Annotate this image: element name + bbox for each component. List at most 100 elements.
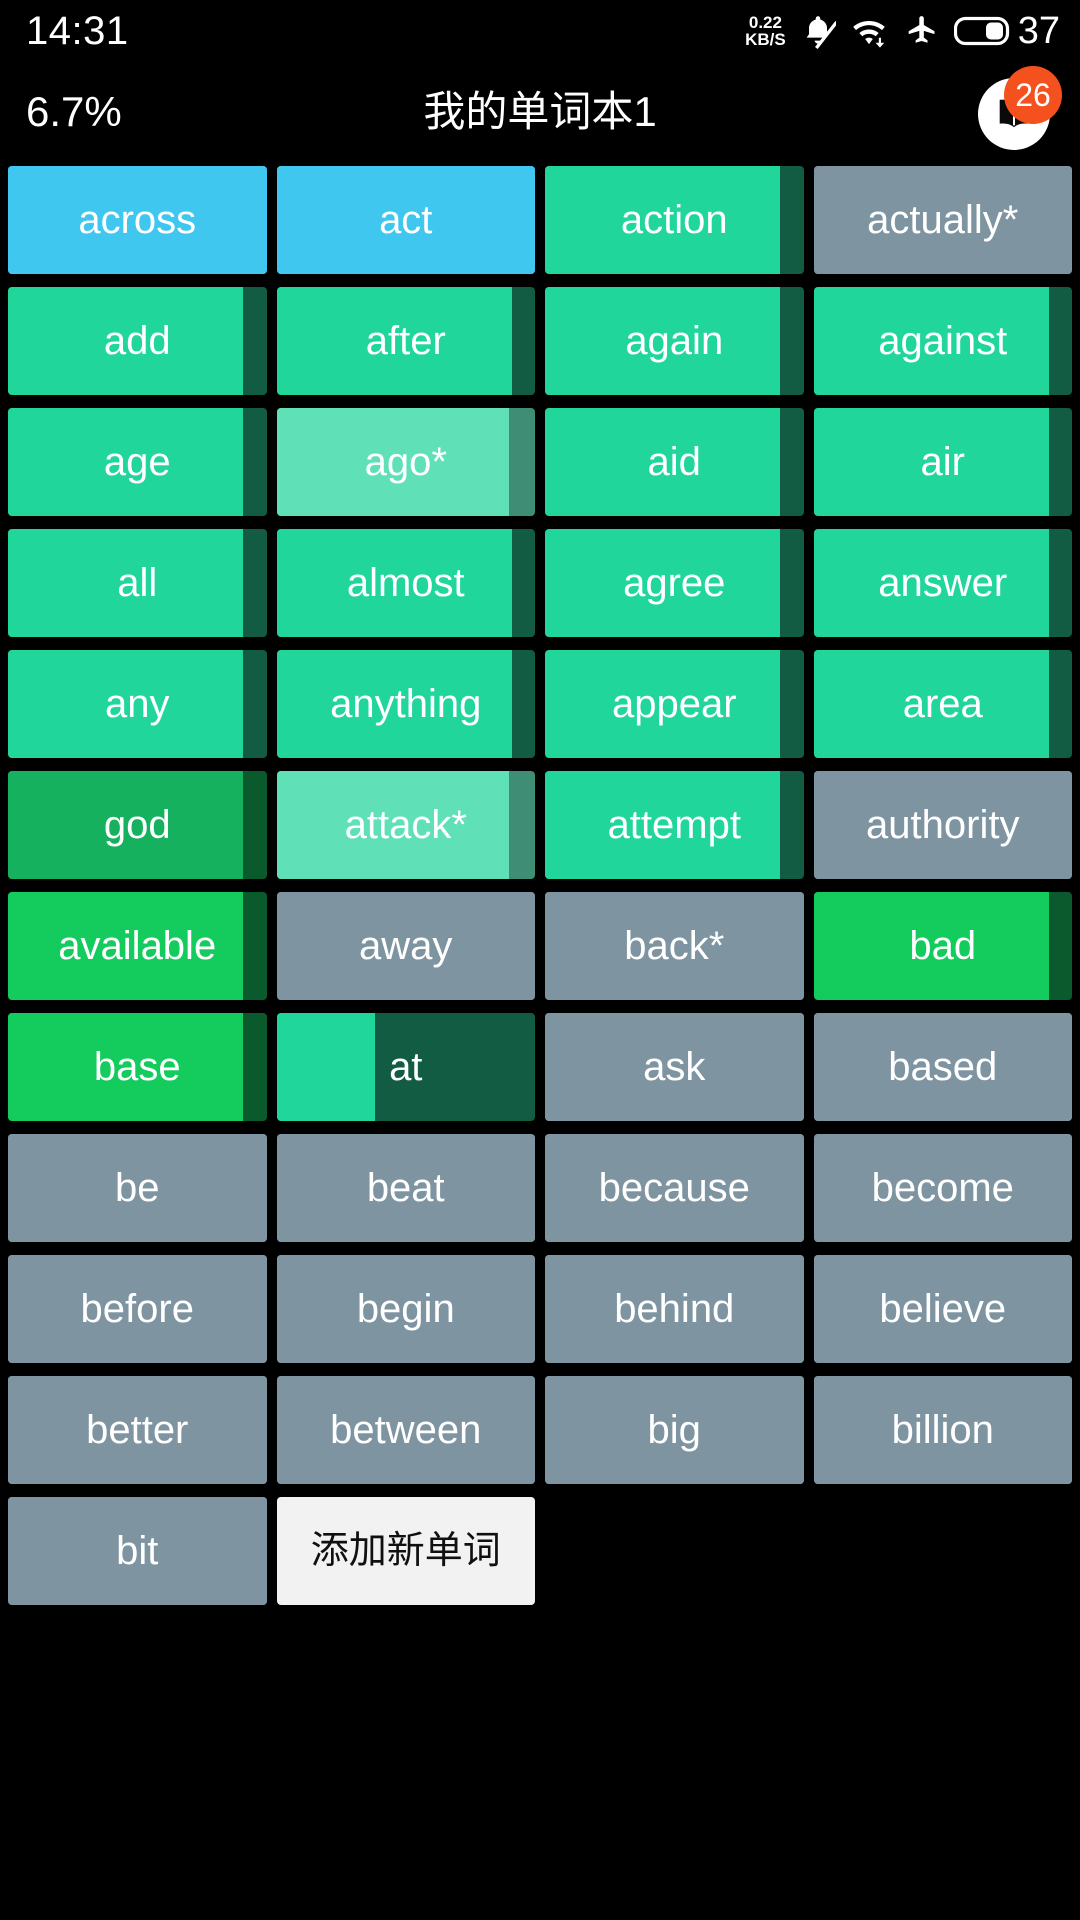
word-progress-fill [276,1013,375,1121]
word-tile-label: area [902,682,983,726]
word-tile[interactable]: air [813,408,1072,516]
word-tile[interactable]: agree [545,529,804,637]
wifi-icon [850,13,888,49]
word-tile[interactable]: god [8,771,267,879]
word-tile-label: appear [611,682,737,726]
add-new-word-label: 添加新单词 [310,1530,501,1572]
add-new-word-button[interactable]: 添加新单词 [276,1497,535,1605]
word-tile-label: begin [356,1287,455,1331]
battery-icon [953,14,1012,48]
word-tile[interactable]: available [8,892,267,1000]
word-tile[interactable]: begin [276,1255,535,1363]
word-tile[interactable]: appear [545,650,804,758]
word-tile[interactable]: based [813,1013,1072,1121]
word-tile[interactable]: area [813,650,1072,758]
word-tile[interactable]: between [276,1376,535,1484]
word-tile-label: answer [878,561,1008,605]
word-tile-label: anything [330,682,482,726]
battery-indicator: 37 [953,12,1060,50]
word-tile[interactable]: almost [276,529,535,637]
word-tile-label: age [103,440,171,484]
word-tile-label: billion [891,1408,994,1452]
word-tile-label: base [93,1045,181,1089]
word-tile[interactable]: away [276,892,535,1000]
word-tile[interactable]: anything [276,650,535,758]
word-tile-label: across [78,198,197,242]
word-tile-label: any [105,682,170,726]
word-tile[interactable]: against [813,287,1072,395]
word-tile-label: attempt [607,803,741,847]
word-tile[interactable]: ago* [276,408,535,516]
word-tile-label: after [365,319,446,363]
word-tile-label: actually* [867,198,1019,242]
word-tile[interactable]: beat [276,1134,535,1242]
word-tile-label: against [878,319,1008,363]
word-tile-label: bad [909,924,977,968]
word-tile-label: action [620,198,728,242]
word-tile-label: away [359,924,453,968]
word-tile[interactable]: better [8,1376,267,1484]
word-tile[interactable]: base [8,1013,267,1121]
word-tile-label: air [920,440,965,484]
word-tile[interactable]: authority [813,771,1072,879]
title-bar: 6.7% 我的单词本1 26 [0,62,1080,162]
word-tile[interactable]: be [8,1134,267,1242]
word-tile-label: at [389,1045,423,1089]
word-tile-label: back* [624,924,725,968]
word-grid: across act action actually* add after again aga… [0,166,1080,1605]
status-icons-group: 0.22 KB/S 37 [745,12,1060,50]
word-tile-label: between [330,1408,482,1452]
word-tile-label: again [625,319,724,363]
word-tile[interactable]: because [545,1134,804,1242]
word-tile-label: almost [346,561,465,605]
word-tile-label: bit [116,1529,159,1573]
word-tile[interactable]: across [8,166,267,274]
word-tile[interactable]: after [276,287,535,395]
status-bar: 14:31 0.22 KB/S 37 [0,0,1080,62]
word-tile[interactable]: bad [813,892,1072,1000]
word-tile-label: big [647,1408,701,1452]
word-tile[interactable]: back* [545,892,804,1000]
word-tile[interactable]: big [545,1376,804,1484]
word-tile[interactable]: bit [8,1497,267,1605]
word-tile[interactable]: billion [813,1376,1072,1484]
network-speed-unit: KB/S [745,30,786,49]
word-tile[interactable]: actually* [813,166,1072,274]
word-tile-label: aid [647,440,701,484]
unreviewed-count-badge[interactable]: 26 [1004,66,1062,124]
word-tile[interactable]: action [545,166,804,274]
word-tile[interactable]: attempt [545,771,804,879]
bell-muted-icon [800,13,836,49]
word-tile[interactable]: add [8,287,267,395]
word-tile-label: act [379,198,433,242]
word-tile-label: attack* [344,803,467,847]
status-clock: 14:31 [26,9,129,53]
word-tile[interactable]: at [276,1013,535,1121]
page-title: 我的单词本1 [423,88,657,135]
word-tile[interactable]: any [8,650,267,758]
word-tile[interactable]: believe [813,1255,1072,1363]
word-tile-label: behind [614,1287,735,1331]
word-tile-label: believe [879,1287,1007,1331]
word-tile[interactable]: answer [813,529,1072,637]
word-tile[interactable]: all [8,529,267,637]
word-tile-label: based [888,1045,998,1089]
word-tile-label: beat [366,1166,445,1210]
network-speed-indicator: 0.22 KB/S [745,12,786,49]
word-tile-label: ago* [364,440,447,484]
word-tile[interactable]: behind [545,1255,804,1363]
network-speed-value: 0.22 [748,12,782,32]
word-tile[interactable]: attack* [276,771,535,879]
word-tile[interactable]: become [813,1134,1072,1242]
word-tile[interactable]: act [276,166,535,274]
word-tile[interactable]: aid [545,408,804,516]
word-tile-label: ask [643,1045,706,1089]
word-tile[interactable]: before [8,1255,267,1363]
mastery-progress-percent: 6.7% [26,88,122,135]
word-tile-label: available [58,924,217,968]
word-tile[interactable]: age [8,408,267,516]
word-tile-label: because [598,1166,750,1210]
word-tile[interactable]: again [545,287,804,395]
word-tile-label: god [103,803,171,847]
word-tile[interactable]: ask [545,1013,804,1121]
